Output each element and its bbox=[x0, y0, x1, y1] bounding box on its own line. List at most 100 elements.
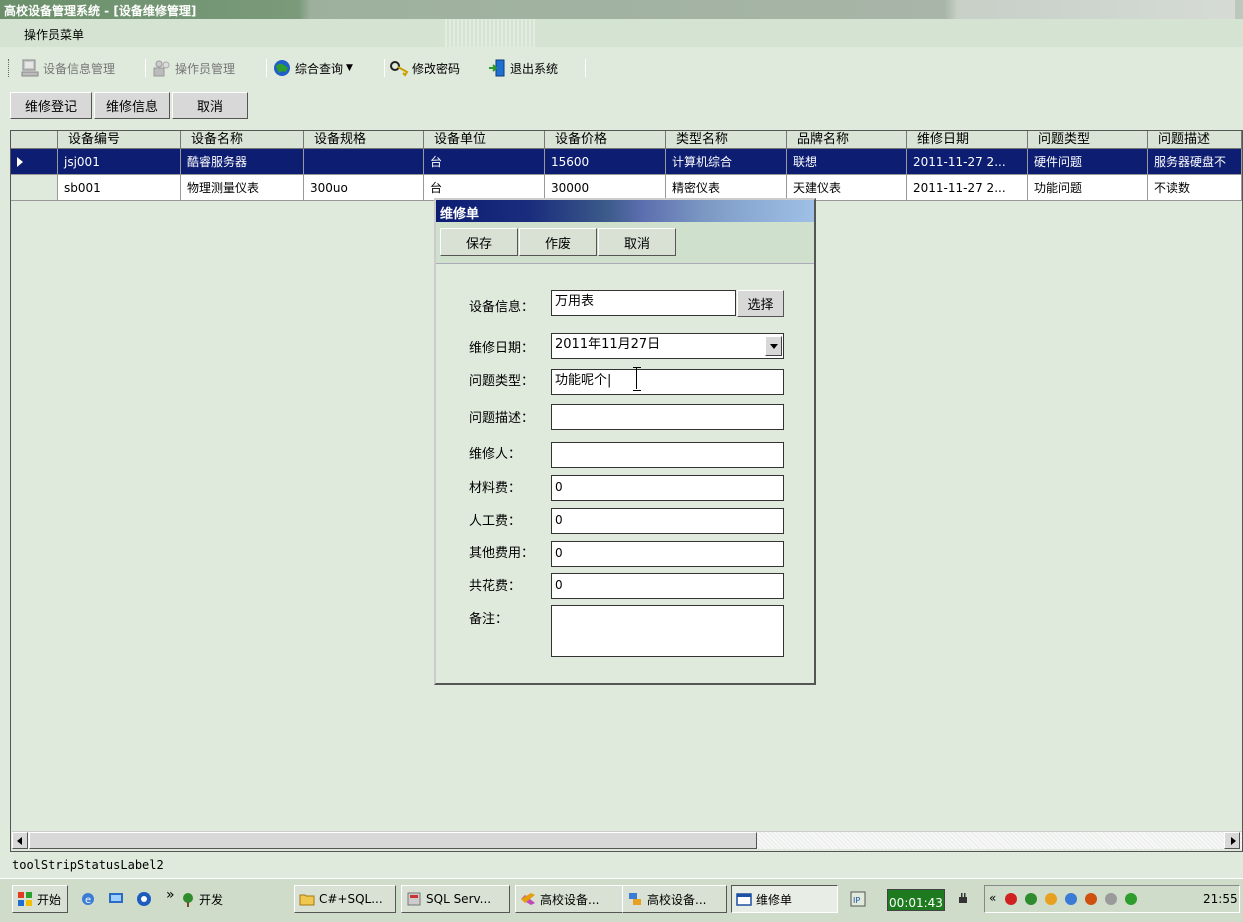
row-header[interactable] bbox=[11, 149, 58, 175]
column-header[interactable]: 维修日期 bbox=[907, 131, 1028, 149]
taskbar-item-active[interactable]: 维修单 bbox=[731, 885, 838, 913]
table-cell[interactable]: jsj001 bbox=[58, 149, 181, 175]
ip-icon[interactable]: IP bbox=[850, 891, 866, 907]
taskbar-item[interactable]: SQL Serv... bbox=[401, 885, 510, 913]
table-cell[interactable]: 15600 bbox=[545, 149, 666, 175]
column-header[interactable]: 品牌名称 bbox=[787, 131, 907, 149]
repair-order-dialog: 维修单 保存 作废 取消 设备信息： 万用表 选择 维修日期： 2011年11月… bbox=[434, 198, 816, 685]
table-cell[interactable]: 硬件问题 bbox=[1028, 149, 1148, 175]
pick-device-button[interactable]: 选择 bbox=[737, 290, 784, 317]
tray-icons[interactable] bbox=[1003, 891, 1143, 907]
material-fee-field[interactable]: 0 bbox=[551, 475, 784, 501]
column-header[interactable]: 问题类型 bbox=[1028, 131, 1148, 149]
chevron-down-icon[interactable] bbox=[765, 336, 782, 356]
device-info-button[interactable]: 设备信息管理 bbox=[20, 57, 115, 79]
operator-mgmt-button[interactable]: 操作员管理 bbox=[152, 57, 235, 79]
key-icon bbox=[390, 61, 409, 77]
window-control[interactable] bbox=[1235, 0, 1243, 19]
row-header[interactable] bbox=[11, 175, 58, 201]
system-tray: « 21:55 bbox=[984, 885, 1240, 913]
visual-studio-icon bbox=[521, 893, 535, 905]
labor-fee-field[interactable]: 0 bbox=[551, 508, 784, 534]
exit-button[interactable]: 退出系统 bbox=[487, 57, 558, 79]
cancel-button[interactable]: 取消 bbox=[172, 92, 248, 119]
device-info-label: 设备信息管理 bbox=[43, 61, 116, 76]
toolbar-grip[interactable] bbox=[8, 59, 11, 77]
column-header[interactable]: 设备规格 bbox=[304, 131, 424, 149]
total-cost-field[interactable]: 0 bbox=[551, 573, 784, 599]
change-password-button[interactable]: 修改密码 bbox=[389, 57, 460, 79]
text-cursor-icon bbox=[633, 367, 641, 391]
problem-type-field[interactable]: 功能呢个| bbox=[551, 369, 784, 395]
tray-expand-icon[interactable]: « bbox=[989, 891, 996, 905]
change-password-label: 修改密码 bbox=[412, 61, 461, 76]
labor-fee-label: 人工费： bbox=[469, 514, 522, 529]
media-icon[interactable] bbox=[136, 891, 152, 907]
problem-desc-field[interactable] bbox=[551, 404, 784, 430]
other-fee-field[interactable]: 0 bbox=[551, 541, 784, 567]
ie-icon[interactable]: e bbox=[80, 891, 96, 907]
other-fee-label: 其他费用： bbox=[469, 546, 535, 561]
repair-subbar: 维修登记 维修信息 取消 bbox=[0, 89, 1243, 127]
exit-label: 退出系统 bbox=[510, 61, 559, 76]
column-header[interactable]: 设备名称 bbox=[181, 131, 304, 149]
taskbar-item-label: 高校设备... bbox=[647, 892, 707, 907]
dialog-title-bar[interactable]: 维修单 bbox=[436, 200, 814, 222]
table-cell[interactable]: 物理测量仪表 bbox=[181, 175, 304, 201]
void-button[interactable]: 作废 bbox=[519, 228, 597, 256]
plug-icon[interactable] bbox=[955, 891, 971, 907]
horizontal-scrollbar[interactable] bbox=[12, 831, 1242, 849]
taskbar-item[interactable]: 高校设备... bbox=[515, 885, 623, 913]
menu-operator[interactable]: 操作员菜单 bbox=[24, 26, 84, 43]
repair-info-button[interactable]: 维修信息 bbox=[94, 92, 170, 119]
desktop-icon[interactable] bbox=[108, 891, 124, 907]
table-cell[interactable]: 计算机综合 bbox=[666, 149, 787, 175]
scroll-left-button[interactable] bbox=[12, 832, 28, 849]
clock[interactable]: 21:55 bbox=[1203, 892, 1238, 906]
status-bar: toolStripStatusLabel2 bbox=[0, 852, 1243, 878]
taskbar-item-label: 高校设备... bbox=[540, 892, 600, 907]
total-cost-label: 共花费： bbox=[469, 579, 522, 594]
windows-logo-icon bbox=[18, 892, 32, 906]
dialog-cancel-button[interactable]: 取消 bbox=[598, 228, 676, 256]
table-cell[interactable]: sb001 bbox=[58, 175, 181, 201]
remark-field[interactable] bbox=[551, 605, 784, 657]
table-cell[interactable]: 2011-11-27 2... bbox=[907, 175, 1028, 201]
dev-toolbar-item[interactable]: 开发 bbox=[180, 891, 223, 908]
table-cell[interactable]: 台 bbox=[424, 149, 545, 175]
table-cell[interactable]: 2011-11-27 2... bbox=[907, 149, 1028, 175]
start-button[interactable]: 开始 bbox=[12, 885, 68, 913]
repair-date-picker[interactable]: 2011年11月27日 bbox=[551, 333, 784, 359]
table-cell[interactable]: 功能问题 bbox=[1028, 175, 1148, 201]
start-label: 开始 bbox=[37, 892, 62, 907]
table-cell[interactable]: 联想 bbox=[787, 149, 907, 175]
table-cell[interactable] bbox=[304, 149, 424, 175]
exit-door-icon bbox=[489, 59, 505, 77]
remark-label: 备注： bbox=[469, 612, 509, 627]
column-header[interactable]: 类型名称 bbox=[666, 131, 787, 149]
table-cell[interactable]: 不读数 bbox=[1148, 175, 1242, 201]
device-info-field[interactable]: 万用表 bbox=[551, 290, 736, 316]
operator-mgmt-label: 操作员管理 bbox=[175, 61, 236, 76]
table-cell[interactable]: 酷睿服务器 bbox=[181, 149, 304, 175]
taskbar-item[interactable]: 高校设备... bbox=[622, 885, 727, 913]
table-cell[interactable]: 服务器硬盘不 bbox=[1148, 149, 1242, 175]
save-button[interactable]: 保存 bbox=[440, 228, 518, 256]
scroll-thumb[interactable] bbox=[29, 832, 757, 849]
chevron-right-icon[interactable]: » bbox=[166, 887, 175, 903]
table-row[interactable]: jsj001 酷睿服务器 台 15600 计算机综合 联想 2011-11-27… bbox=[11, 149, 1243, 175]
folder-icon bbox=[299, 894, 315, 906]
query-dropdown-button[interactable]: 综合查询 ▼ bbox=[272, 57, 353, 79]
table-cell[interactable]: 300uo bbox=[304, 175, 424, 201]
repairer-field[interactable] bbox=[551, 442, 784, 468]
repair-register-button[interactable]: 维修登记 bbox=[10, 92, 92, 119]
taskbar-item[interactable]: C#+SQL... bbox=[294, 885, 396, 913]
status-label: toolStripStatusLabel2 bbox=[12, 858, 164, 872]
column-header[interactable]: 设备单位 bbox=[424, 131, 545, 149]
menu-bar: 操作员菜单 bbox=[0, 19, 1243, 47]
scroll-right-button[interactable] bbox=[1224, 832, 1240, 849]
column-header[interactable]: 问题描述 bbox=[1148, 131, 1242, 149]
column-header[interactable]: 设备编号 bbox=[58, 131, 181, 149]
globe-icon bbox=[274, 60, 290, 76]
column-header[interactable]: 设备价格 bbox=[545, 131, 666, 149]
